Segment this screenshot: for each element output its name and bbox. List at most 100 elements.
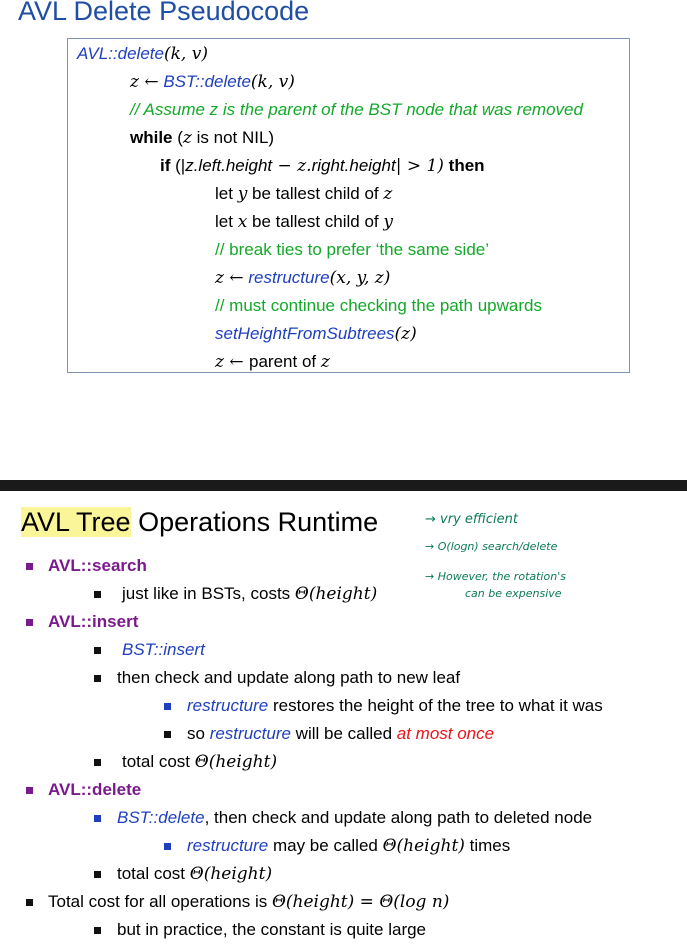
code-text: be tallest child of	[247, 184, 384, 203]
insert-restructure-1: restructure restores the height of the t…	[187, 696, 603, 716]
code-var: y	[383, 212, 393, 232]
bst-delete-fn: BST::delete	[163, 72, 251, 91]
code-line-while: while (z is not NIL)	[130, 124, 274, 152]
code-line-9: z ← restructure(x, y, z)	[215, 264, 390, 292]
text: Total cost for all operations is	[48, 892, 272, 911]
bullet-icon	[26, 563, 33, 570]
code-comment-3: // must continue checking the path upwar…	[215, 296, 542, 315]
code-line-if: if (|z.left.height − z.right.height| > 1…	[160, 152, 485, 180]
delete-restructure: restructure may be called Θ(height) time…	[187, 836, 510, 856]
title-highlight: AVL Tree	[21, 507, 131, 537]
insert-label: AVL::insert	[48, 612, 139, 631]
while-keyword: while	[130, 128, 173, 147]
text: at most once	[396, 724, 495, 743]
delete-total: total cost Θ(height)	[117, 864, 272, 884]
text: , then check and update along path to de…	[204, 808, 593, 827]
code-var: z	[320, 352, 330, 372]
code-args: (k, v)	[250, 72, 295, 92]
code-text: z.left.height	[185, 156, 273, 175]
code-text: | > 1)	[395, 156, 444, 176]
then-keyword: then	[448, 156, 485, 175]
math: Θ(height)	[382, 836, 465, 856]
insert-total: total cost Θ(height)	[122, 752, 277, 772]
slide-divider	[0, 480, 687, 491]
set-height-fn: setHeightFromSubtrees	[215, 324, 395, 343]
search-label: AVL::search	[48, 556, 147, 575]
code-text: right.height	[311, 156, 396, 175]
bullet-icon	[26, 619, 33, 626]
total-cost: Total cost for all operations is Θ(heigh…	[48, 892, 449, 912]
text: will be called	[290, 724, 397, 743]
code-text: − z.	[272, 156, 312, 176]
text: restructure	[187, 836, 269, 855]
code-comment-2: // break ties to prefer ‘the same side’	[215, 240, 490, 259]
code-text: be tallest child of	[247, 212, 384, 231]
restructure-fn: restructure	[248, 268, 330, 287]
text: total cost	[122, 752, 195, 771]
avl-delete-fn: AVL::delete	[77, 44, 164, 63]
slide2-title: AVL Tree Operations Runtime	[18, 507, 381, 538]
slide1-title: AVL Delete Pseudocode	[18, 0, 310, 26]
code-text: (|	[175, 156, 186, 175]
bullet-icon	[94, 927, 101, 934]
bst-insert: BST::insert	[122, 640, 205, 659]
text: just like in BSTs, costs	[122, 584, 295, 603]
code-line-11: setHeightFromSubtrees(z)	[215, 320, 417, 348]
code-var: z	[383, 184, 393, 204]
text: may be called	[268, 836, 383, 855]
search-detail: just like in BSTs, costs Θ(height)	[122, 584, 377, 604]
code-line-6: let y be tallest child of z	[215, 180, 392, 208]
bullet-icon	[94, 871, 101, 878]
code-text: let	[215, 212, 238, 231]
text: total cost	[117, 864, 190, 883]
text: restores the height of the tree to what …	[268, 696, 603, 715]
bullet-icon	[94, 647, 101, 654]
handwritten-note-3a: → However, the rotation's	[425, 570, 566, 583]
code-text: is not NIL)	[191, 128, 275, 147]
bullet-icon	[26, 899, 33, 906]
code-assign: z ←	[215, 268, 244, 288]
text: so	[187, 724, 210, 743]
handwritten-note-3b: can be expensive	[465, 587, 562, 600]
code-var: y	[237, 184, 248, 204]
handwritten-note-1: → vry efficient	[425, 512, 518, 527]
code-line-7: let x be tallest child of y	[215, 208, 393, 236]
code-var: z	[182, 128, 192, 148]
insert-check: then check and update along path to new …	[117, 668, 461, 687]
bullet-icon	[164, 843, 171, 850]
code-line-12: z ← parent of z	[215, 348, 330, 376]
handwritten-note-2: → O(logn) search/delete	[425, 540, 558, 553]
text: times	[464, 836, 511, 855]
bullet-icon	[94, 591, 101, 598]
math: Θ(height)	[189, 864, 273, 884]
code-var: x	[237, 212, 248, 232]
practice-note: but in practice, the constant is quite l…	[117, 920, 427, 939]
code-text: let	[215, 184, 238, 203]
code-assign: z ←	[215, 352, 250, 372]
text: BST::delete	[117, 808, 205, 827]
text: restructure	[187, 696, 269, 715]
bullet-icon	[26, 787, 33, 794]
delete-bst: BST::delete, then check and update along…	[117, 808, 592, 828]
text: restructure	[209, 724, 291, 743]
code-comment-1: // Assume z is the parent of the BST nod…	[130, 100, 583, 119]
bullet-icon	[94, 675, 101, 682]
code-line-2: z ← BST::delete(k, v)	[130, 68, 295, 96]
if-keyword: if	[160, 156, 171, 175]
delete-label: AVL::delete	[48, 780, 142, 799]
insert-restructure-2: so restructure will be called at most on…	[187, 724, 494, 744]
code-args: (x, y, z)	[329, 268, 391, 288]
bullet-icon	[94, 815, 101, 822]
math: Θ(height) = Θ(log n)	[271, 892, 450, 912]
bullet-icon	[164, 731, 171, 738]
code-args: (k, v)	[163, 44, 208, 64]
code-text: parent of	[249, 352, 321, 371]
code-args: (z)	[394, 324, 417, 344]
title-rest: Operations Runtime	[130, 507, 379, 537]
bullet-icon	[94, 759, 101, 766]
math: Θ(height)	[194, 752, 278, 772]
bullet-icon	[164, 703, 171, 710]
code-line-1: AVL::delete(k, v)	[77, 40, 208, 68]
math: Θ(height)	[294, 584, 378, 604]
code-assign: z ←	[130, 72, 159, 92]
